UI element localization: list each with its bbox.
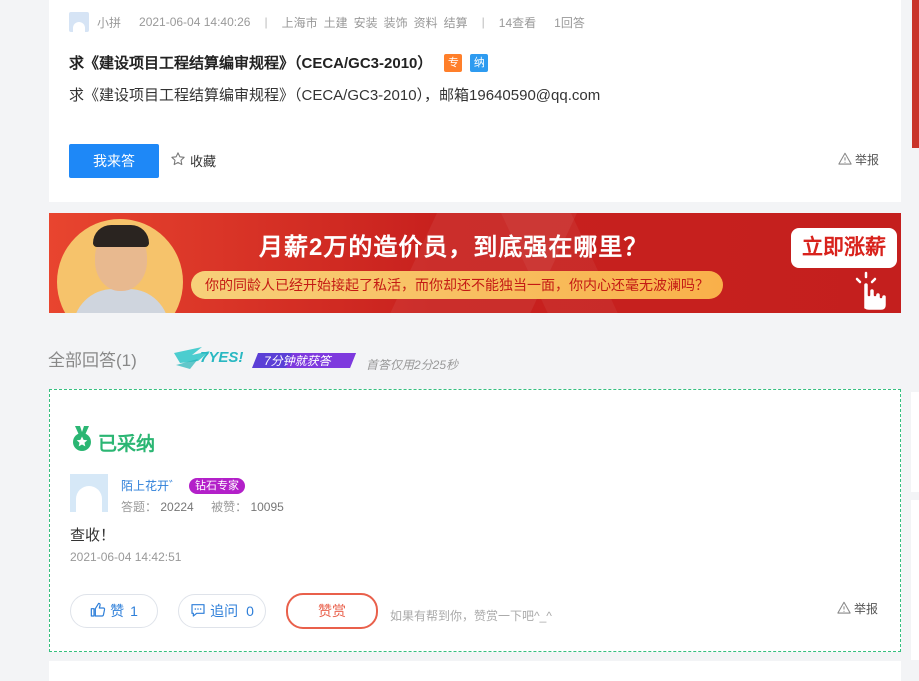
category-tag[interactable]: 土建 <box>324 14 348 31</box>
answer-count: 1回答 <box>554 15 585 30</box>
like-button[interactable]: 赞 1 <box>70 594 158 628</box>
adopted-text: 已采纳 <box>98 433 156 455</box>
answers-num: 20224 <box>160 500 194 514</box>
answerer-info: 陌上花开゛ 钻石专家 <box>121 477 246 494</box>
yes-badge: 7YES! 7分钟就获答 <box>172 343 358 380</box>
question-meta: 小拼 2021-06-04 14:40:26 | 上海市 土建 安装 装饰 资料… <box>69 12 585 32</box>
answer-button[interactable]: 我来答 <box>69 144 159 178</box>
reward-hint: 如果有帮到你，赞赏一下吧^_^ <box>390 609 552 623</box>
yes-text: 7YES! <box>200 349 243 366</box>
follow-up-count: 0 <box>246 603 254 619</box>
view-count: 14查看 <box>498 15 537 30</box>
person-body <box>73 289 169 313</box>
answers-label: 答题： <box>121 500 158 514</box>
question-datetime: 2021-06-04 14:40:26 <box>139 15 251 29</box>
expert-badge: 钻石专家 <box>189 477 246 494</box>
answer-time: 2021-06-04 14:42:51 <box>70 550 182 564</box>
sidebar-card-edge <box>911 500 919 660</box>
comment-icon <box>190 602 210 621</box>
question-card: 小拼 2021-06-04 14:40:26 | 上海市 土建 安装 装饰 资料… <box>49 0 901 202</box>
like-label: 赞 <box>110 603 125 619</box>
follow-up-label: 追问 <box>210 603 239 619</box>
next-card <box>49 661 901 681</box>
answerer-avatar[interactable] <box>70 474 108 512</box>
answerer-name[interactable]: 陌上花开゛ <box>121 477 181 494</box>
adopted-tag: 纳 <box>470 53 489 72</box>
yes-sub-text: 7分钟就获答 <box>264 354 333 368</box>
banner-subtitle: 你的同龄人已经开始接起了私活，而你却还不能独当一面，你内心还毫无波澜吗？ <box>191 271 723 299</box>
star-icon <box>170 151 186 170</box>
report-label: 举报 <box>854 602 879 616</box>
answerer-stats: 答题： 20224 被赞： 10095 <box>121 498 284 515</box>
author-name[interactable]: 小拼 <box>97 14 121 31</box>
banner-title: 月薪2万的造价员，到底强在哪里？ <box>259 234 649 261</box>
answer-text: 查收！ <box>70 527 116 544</box>
professional-tag: 专 <box>444 53 463 72</box>
likes-label: 被赞： <box>211 500 248 514</box>
medal-icon <box>70 425 98 459</box>
person-hair <box>93 225 149 247</box>
sidebar-ad-edge <box>912 0 919 148</box>
question-location: 上海市 <box>281 15 318 30</box>
question-body: 求《建设项目工程结算编审规程》（CECA/GC3-2010），邮箱1964059… <box>69 87 601 104</box>
like-count: 1 <box>130 603 138 619</box>
follow-up-button[interactable]: 追问 0 <box>178 594 266 628</box>
warning-icon <box>838 152 855 168</box>
category-tag[interactable]: 结算 <box>444 14 468 31</box>
category-tag[interactable]: 安装 <box>354 14 378 31</box>
meta-divider: | <box>481 15 485 29</box>
favorite-label: 收藏 <box>190 154 217 169</box>
question-report-button[interactable]: 举报 <box>838 151 879 168</box>
likes-num: 10095 <box>250 500 284 514</box>
question-title: 求《建设项目工程结算编审规程》（CECA/GC3-2010） 专 纳 <box>69 52 489 73</box>
thumbs-up-icon <box>90 602 110 621</box>
all-answers-heading: 全部回答(1) <box>48 351 137 370</box>
meta-divider: | <box>264 15 268 29</box>
banner-person-image <box>57 219 183 313</box>
pointer-hand-icon <box>849 271 897 313</box>
sidebar-card-edge <box>911 392 919 492</box>
promo-banner[interactable]: 月薪2万的造价员，到底强在哪里？ 你的同龄人已经开始接起了私活，而你却还不能独当… <box>49 213 901 313</box>
answer-card: 已采纳 陌上花开゛ 钻石专家 答题： 20224 被赞： 10095 查收！ 2… <box>49 389 901 652</box>
answer-report-button[interactable]: 举报 <box>837 600 878 617</box>
adopted-label: 已采纳 <box>70 425 155 459</box>
category-tag[interactable]: 资料 <box>414 14 438 31</box>
report-label: 举报 <box>855 153 880 167</box>
favorite-button[interactable]: 收藏 <box>170 151 216 170</box>
reward-button[interactable]: 赞赏 <box>286 593 378 629</box>
first-answer-time: 首答仅用2分25秒 <box>366 358 459 372</box>
author-avatar[interactable] <box>69 12 89 32</box>
question-title-text: 求《建设项目工程结算编审规程》（CECA/GC3-2010） <box>69 55 433 72</box>
category-tag[interactable]: 装饰 <box>384 14 408 31</box>
warning-icon <box>837 601 854 617</box>
banner-cta-button[interactable]: 立即涨薪 <box>791 228 897 268</box>
